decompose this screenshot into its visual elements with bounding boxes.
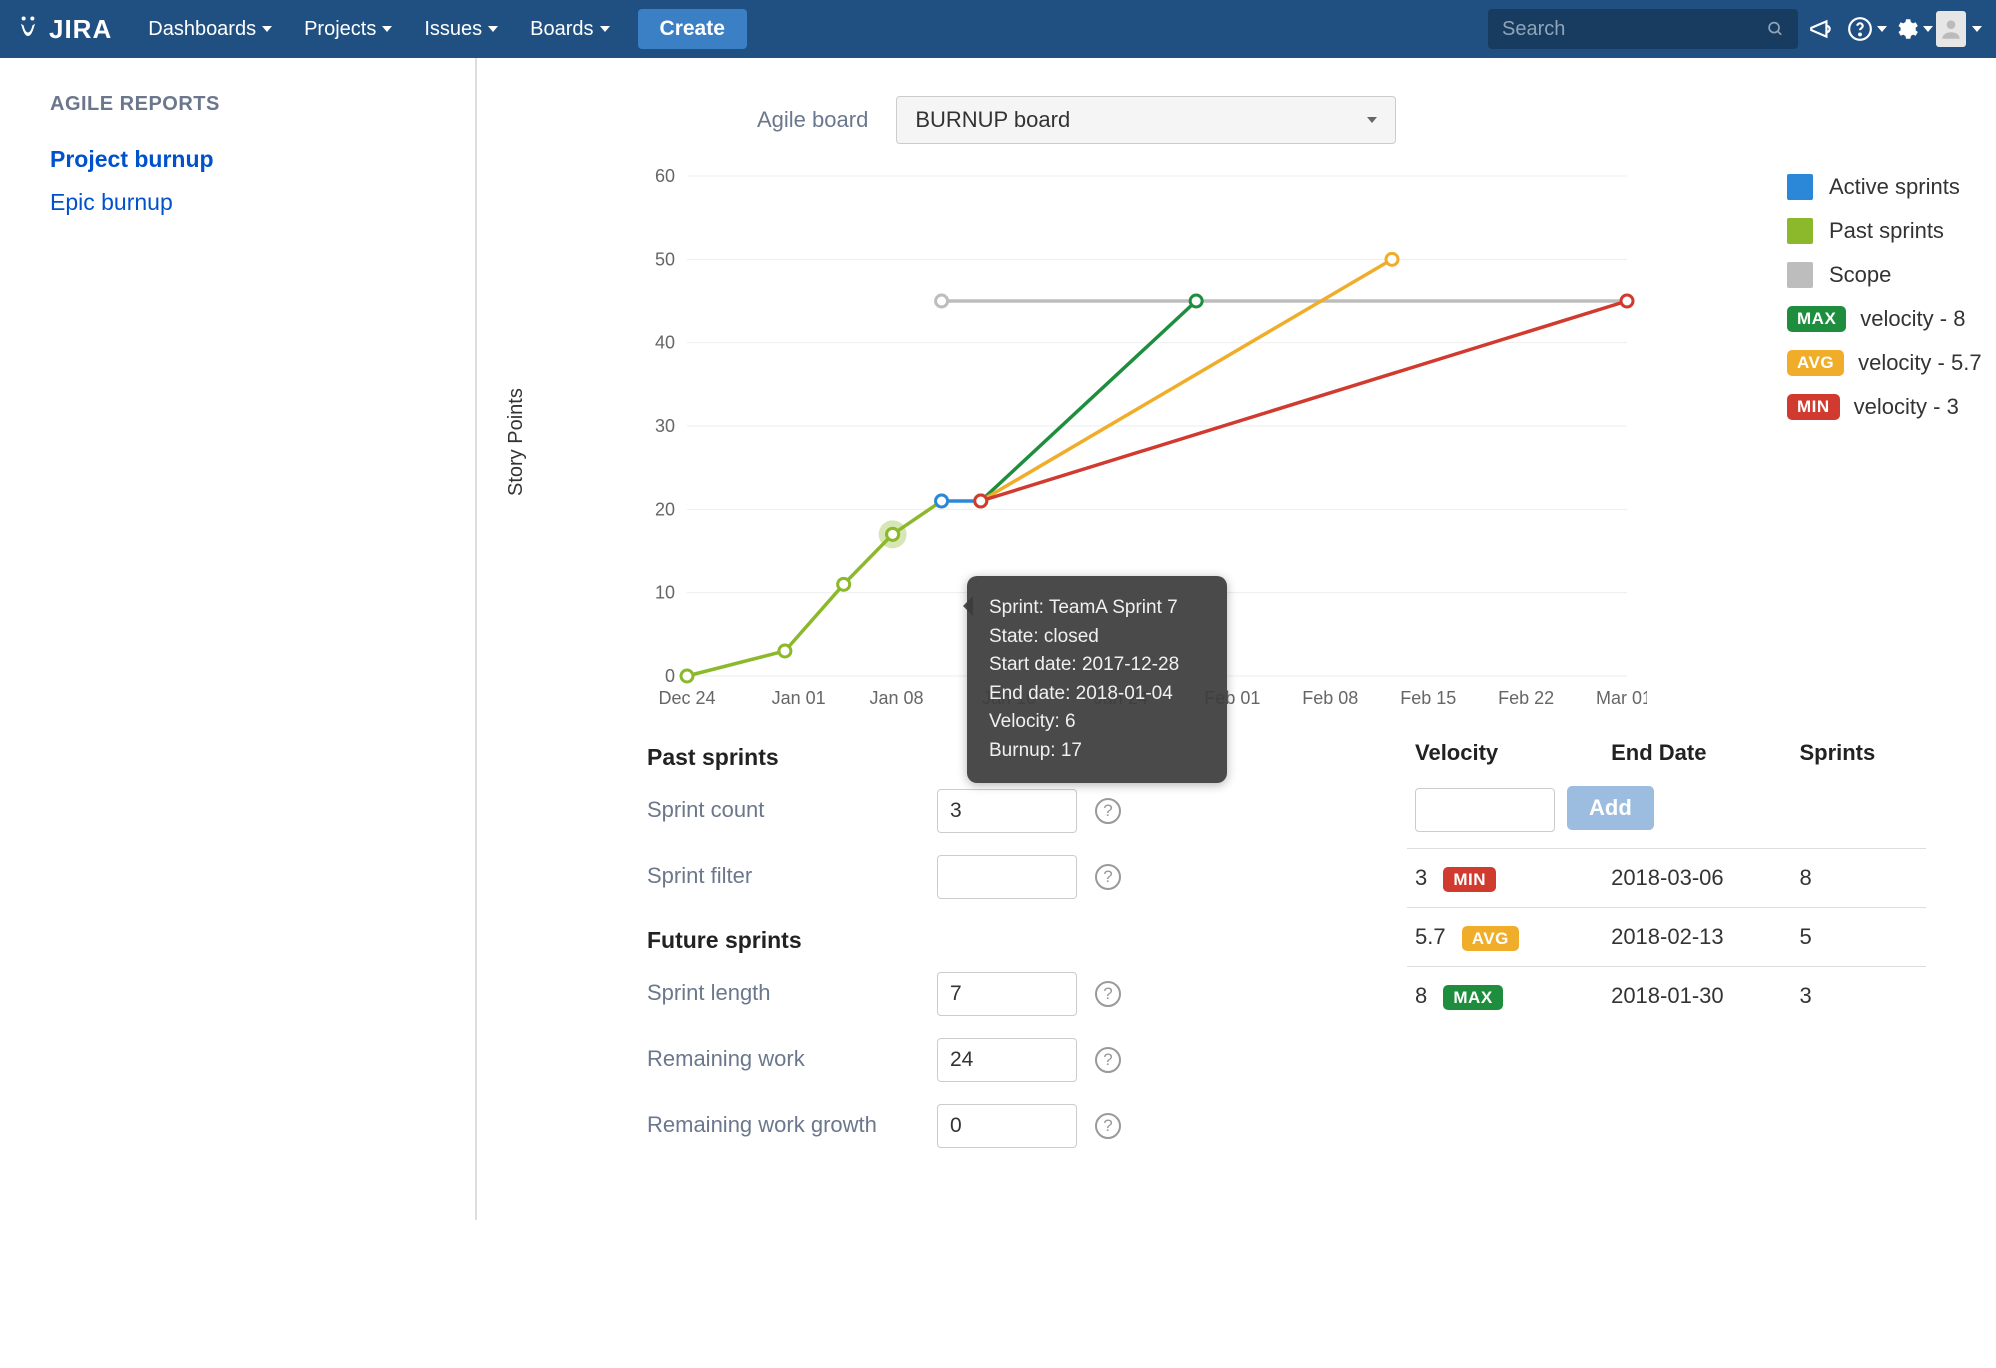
board-select[interactable]: BURNUP board <box>896 96 1396 144</box>
table-row: 5.7 AVG2018-02-135 <box>1407 907 1926 966</box>
svg-text:20: 20 <box>655 499 675 519</box>
legend-item: AVGvelocity - 5.7 <box>1787 350 1996 376</box>
svg-text:60: 60 <box>655 166 675 186</box>
remaining-work-label: Remaining work <box>647 1038 937 1072</box>
svg-text:Jan 01: Jan 01 <box>772 688 826 708</box>
jira-logo[interactable]: JIRA <box>14 14 112 45</box>
sidebar-link-project-burnup[interactable]: Project burnup <box>50 138 425 181</box>
sprint-count-input[interactable] <box>937 789 1077 833</box>
legend-item: Active sprints <box>1787 174 1996 200</box>
sidebar: AGILE REPORTS Project burnupEpic burnup <box>0 58 475 1220</box>
legend-item: MINvelocity - 3 <box>1787 394 1996 420</box>
legend-item: Scope <box>1787 262 1996 288</box>
svg-text:10: 10 <box>655 583 675 603</box>
sprint-filter-label: Sprint filter <box>647 855 937 889</box>
sprint-count-label: Sprint count <box>647 789 937 823</box>
search-input[interactable] <box>1502 18 1767 41</box>
svg-text:30: 30 <box>655 416 675 436</box>
burnup-chart: Story Points 0102030405060Dec 24Jan 01Ja… <box>647 166 1926 706</box>
svg-text:Feb 15: Feb 15 <box>1400 688 1456 708</box>
sprint-filter-input[interactable] <box>937 855 1077 899</box>
svg-text:40: 40 <box>655 333 675 353</box>
board-select-label: Agile board <box>757 107 868 133</box>
board-select-value: BURNUP board <box>915 107 1070 133</box>
remaining-growth-input[interactable] <box>937 1104 1077 1148</box>
svg-text:Feb 22: Feb 22 <box>1498 688 1554 708</box>
top-nav: JIRA DashboardsProjectsIssuesBoards Crea… <box>0 0 1996 58</box>
nav-item-projects[interactable]: Projects <box>288 0 408 58</box>
nav-item-issues[interactable]: Issues <box>408 0 514 58</box>
sidebar-link-epic-burnup[interactable]: Epic burnup <box>50 181 425 224</box>
help-icon[interactable]: ? <box>1095 1113 1121 1139</box>
nav-item-dashboards[interactable]: Dashboards <box>132 0 288 58</box>
feedback-icon[interactable] <box>1798 0 1844 58</box>
settings-icon[interactable] <box>1890 0 1936 58</box>
help-icon[interactable]: ? <box>1095 798 1121 824</box>
sprint-length-input[interactable] <box>937 972 1077 1016</box>
chart-tooltip: Sprint: TeamA Sprint 7State: closedStart… <box>967 576 1227 783</box>
help-icon[interactable]: ? <box>1095 981 1121 1007</box>
table-row: 3 MIN2018-03-068 <box>1407 848 1926 907</box>
remaining-work-input[interactable] <box>937 1038 1077 1082</box>
svg-text:0: 0 <box>665 666 675 686</box>
help-icon[interactable]: ? <box>1095 864 1121 890</box>
chart-legend: Active sprints Past sprints Scope MAXveloci… <box>1787 166 1996 438</box>
nav-item-boards[interactable]: Boards <box>514 0 625 58</box>
help-icon[interactable]: ? <box>1095 1047 1121 1073</box>
create-button[interactable]: Create <box>638 9 747 49</box>
search-box[interactable] <box>1488 9 1798 49</box>
legend-item: MAXvelocity - 8 <box>1787 306 1996 332</box>
jira-logo-icon <box>14 15 42 43</box>
main-content: Agile board BURNUP board Story Points 0 1… <box>475 58 1996 1220</box>
velocity-input[interactable] <box>1415 788 1555 832</box>
velocity-table: Velocity End Date Sprints Add 3 MIN2018-0… <box>1407 730 1926 1025</box>
remaining-growth-label: Remaining work growth <box>647 1104 937 1138</box>
svg-text:50: 50 <box>655 249 675 269</box>
svg-text:Dec 24: Dec 24 <box>658 688 715 708</box>
th-sprints: Sprints <box>1791 730 1926 780</box>
user-menu[interactable] <box>1936 0 1982 58</box>
add-velocity-button[interactable]: Add <box>1567 786 1654 830</box>
svg-text:Feb 08: Feb 08 <box>1302 688 1358 708</box>
chevron-down-icon <box>1367 117 1377 123</box>
th-velocity: Velocity <box>1407 730 1603 780</box>
help-icon[interactable] <box>1844 0 1890 58</box>
table-row: 8 MAX2018-01-303 <box>1407 966 1926 1025</box>
logo-text: JIRA <box>49 14 112 45</box>
sidebar-title: AGILE REPORTS <box>50 93 425 116</box>
svg-text:Mar 01: Mar 01 <box>1596 688 1647 708</box>
future-sprints-heading: Future sprints <box>647 927 1147 954</box>
svg-text:Jan 08: Jan 08 <box>870 688 924 708</box>
y-axis-label: Story Points <box>505 388 528 496</box>
th-end-date: End Date <box>1603 730 1791 780</box>
sprint-length-label: Sprint length <box>647 972 937 1006</box>
search-icon <box>1767 18 1784 40</box>
avatar-icon <box>1936 11 1966 47</box>
legend-item: Past sprints <box>1787 218 1996 244</box>
